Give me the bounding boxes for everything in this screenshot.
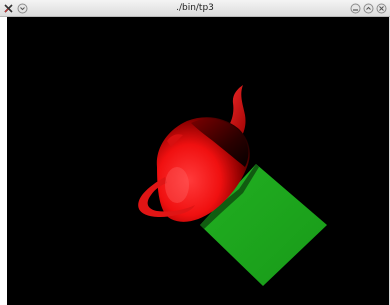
title-bar[interactable]: ./bin/tp3 <box>0 0 390 17</box>
window-title: ./bin/tp3 <box>176 3 214 13</box>
close-icon[interactable] <box>376 3 387 14</box>
maximize-icon[interactable] <box>363 3 374 14</box>
teapot-highlight <box>165 167 189 203</box>
opengl-viewport[interactable] <box>7 17 389 305</box>
minimize-icon[interactable] <box>350 3 361 14</box>
app-window: ./bin/tp3 <box>0 0 390 305</box>
window-frame-left <box>0 17 7 305</box>
scene-canvas <box>138 85 327 286</box>
